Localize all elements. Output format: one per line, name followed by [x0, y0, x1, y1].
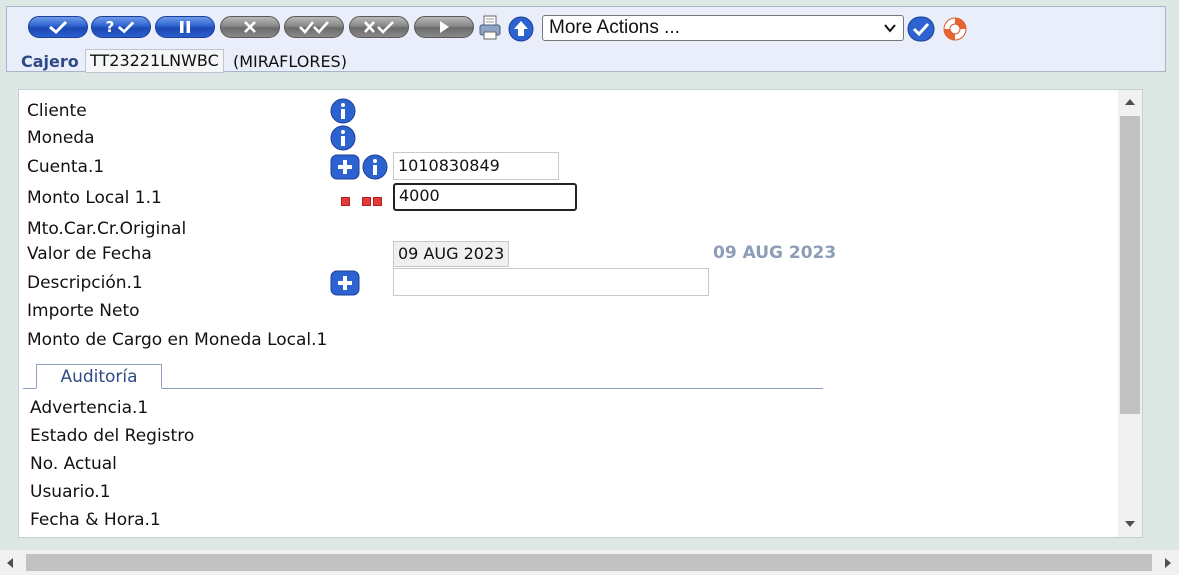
upload-icon[interactable] [508, 16, 534, 42]
scroll-left-arrow-icon[interactable] [6, 557, 14, 569]
check-circle-icon [907, 16, 935, 42]
horizontal-scroll-thumb[interactable] [26, 554, 1152, 571]
fecha-hora-label: Fecha & Hora.1 [30, 510, 161, 530]
vertical-scrollbar[interactable] [1118, 90, 1142, 537]
next-button[interactable] [414, 16, 474, 38]
valor-fecha-value: 09 AUG 2023 [393, 241, 510, 267]
error-marker-icon [373, 197, 382, 206]
no-actual-label: No. Actual [30, 454, 117, 474]
monto-cargo-label: Monto de Cargo en Moneda Local.1 [27, 330, 328, 350]
cuenta-label: Cuenta.1 [27, 157, 105, 177]
cliente-label: Cliente [27, 101, 87, 121]
hold-button[interactable] [155, 16, 215, 38]
reverse-button[interactable] [349, 16, 409, 38]
monto-local-label: Monto Local 1.1 [27, 188, 162, 208]
toolbar-panel: ? More Actions ... Cajero TT23221LNWBC (… [6, 6, 1166, 73]
cajero-label: Cajero [21, 52, 79, 71]
descripcion-input[interactable] [393, 268, 709, 296]
descripcion-label: Descripción.1 [27, 273, 143, 293]
more-actions-select[interactable]: More Actions ... [542, 15, 904, 41]
check-icon [49, 20, 68, 34]
estado-registro-label: Estado del Registro [30, 426, 195, 446]
cuenta-add-icon[interactable] [330, 154, 360, 180]
help-lifebuoy-icon[interactable] [942, 16, 967, 41]
more-actions-label: More Actions ... [549, 17, 680, 38]
chevron-down-icon [884, 24, 896, 33]
cuenta-input[interactable]: 1010830849 [393, 152, 559, 180]
scroll-down-arrow-icon[interactable] [1124, 520, 1136, 528]
x-check-icon [364, 21, 394, 34]
usuario-label: Usuario.1 [30, 482, 111, 502]
advertencia-label: Advertencia.1 [30, 398, 149, 418]
horizontal-scrollbar[interactable] [0, 550, 1179, 575]
check-icon [118, 21, 135, 34]
print-icon[interactable] [478, 15, 502, 40]
pause-icon [180, 21, 190, 33]
mto-car-label: Mto.Car.Cr.Original [27, 219, 187, 239]
cajero-branch: (MIRAFLORES) [233, 52, 347, 71]
question-icon: ? [105, 18, 115, 36]
error-marker-icon [341, 197, 350, 206]
monto-local-input[interactable]: 4000 [393, 183, 577, 211]
cuenta-info-icon[interactable] [362, 154, 388, 180]
validate-button[interactable]: ? [91, 16, 151, 38]
tab-auditoria[interactable]: Auditoría [36, 364, 162, 389]
go-button[interactable] [907, 16, 935, 42]
descripcion-add-icon[interactable] [330, 270, 360, 296]
importe-neto-label: Importe Neto [27, 301, 140, 321]
delete-button[interactable] [220, 16, 280, 38]
cajero-id-value: TT23221LNWBC [85, 49, 224, 73]
commit-button[interactable] [28, 16, 88, 38]
valor-fecha-display: 09 AUG 2023 [713, 243, 837, 263]
cliente-info-icon[interactable] [330, 98, 356, 124]
vertical-scroll-thumb[interactable] [1120, 116, 1140, 414]
error-marker-icon [362, 197, 371, 206]
moneda-info-icon[interactable] [330, 125, 356, 151]
authorise-button[interactable] [284, 16, 344, 38]
play-icon [440, 21, 449, 33]
scroll-right-arrow-icon[interactable] [1164, 557, 1172, 569]
x-icon [244, 21, 256, 33]
double-check-icon [299, 21, 329, 34]
valor-fecha-label: Valor de Fecha [27, 244, 152, 264]
scroll-up-arrow-icon[interactable] [1124, 98, 1136, 106]
moneda-label: Moneda [27, 128, 95, 148]
transaction-form: Cliente Moneda Cuenta.1 1010830849 Monto… [18, 89, 1143, 538]
